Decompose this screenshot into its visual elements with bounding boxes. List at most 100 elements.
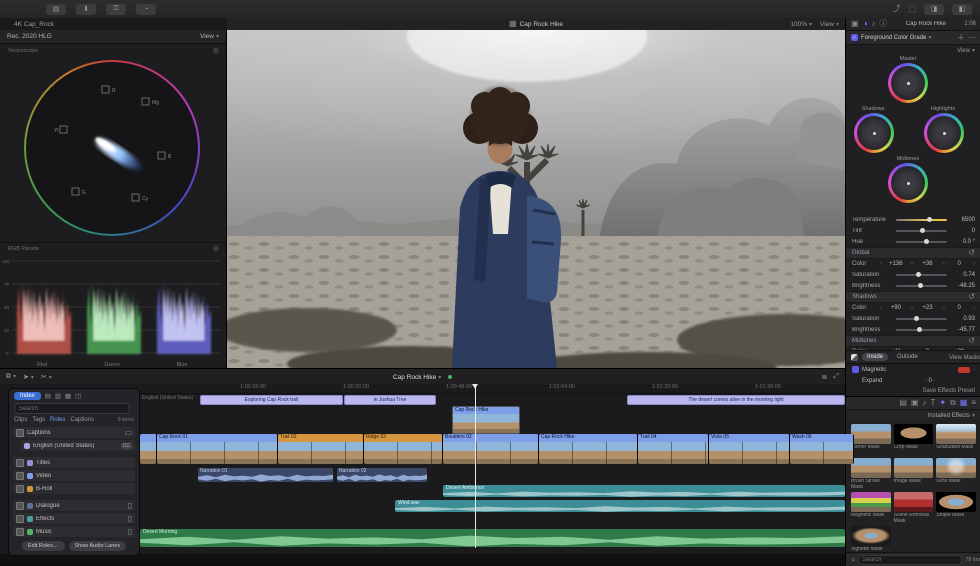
effects-browser-icon[interactable]: ✦ xyxy=(939,399,946,407)
lane-icon[interactable]: ▥ xyxy=(55,392,61,400)
effect-item[interactable]: Lens Mask xyxy=(936,458,976,489)
shadows-saturation-slider[interactable] xyxy=(896,318,947,320)
browser-toggle-icon[interactable]: ◨ xyxy=(924,4,944,15)
playhead[interactable] xyxy=(475,384,476,548)
effect-item[interactable]: Scene Removal Mask xyxy=(894,492,934,523)
project-title[interactable]: Cap Rock Hike▾ xyxy=(393,374,441,381)
timeline-clip[interactable] xyxy=(140,434,157,464)
scope-view-menu[interactable]: View▾ xyxy=(200,33,219,40)
connected-clip[interactable]: Cap Rock Hike xyxy=(452,406,520,434)
shadows-wheel[interactable] xyxy=(854,113,894,153)
role-row[interactable]: Effects▯ xyxy=(13,513,135,524)
effects-search-input[interactable] xyxy=(858,555,962,565)
role-row[interactable]: Music▯ xyxy=(13,526,135,537)
global-brightness-slider[interactable] xyxy=(896,285,947,287)
titles-browser-icon[interactable]: T xyxy=(930,399,935,407)
timeline-clip[interactable]: Wash 06 xyxy=(790,434,854,464)
role-row[interactable]: B-Roll xyxy=(13,483,135,494)
lane-icon[interactable]: ▤ xyxy=(45,392,51,400)
global-color-z[interactable]: 0 xyxy=(945,261,973,267)
video-inspector-icon[interactable]: ▣ xyxy=(851,20,859,28)
transitions-browser-icon[interactable]: ⧉ xyxy=(950,399,956,407)
temperature-value[interactable]: 6500 xyxy=(951,217,975,223)
browser-clip-name[interactable]: 4K Cap_Rock xyxy=(14,21,54,28)
color-inspector-icon[interactable]: ◑ xyxy=(863,20,868,28)
ambience-clip[interactable]: Desert Ambience xyxy=(443,485,845,497)
timeline-clip[interactable]: Vista 05 xyxy=(709,434,790,464)
zoom-menu[interactable]: 100%▾ xyxy=(790,21,812,28)
effect-item[interactable]: Brush Stroke Mask xyxy=(851,458,891,489)
timeline-clip[interactable]: Cap Rock 01 xyxy=(157,434,278,464)
effect-item[interactable]: Image Mask xyxy=(894,458,934,489)
highlights-wheel[interactable] xyxy=(924,113,964,153)
tint-value[interactable]: 0 xyxy=(951,228,975,234)
viewer-canvas[interactable] xyxy=(227,30,845,368)
tab-captions[interactable]: Captions xyxy=(70,417,94,423)
role-checkbox[interactable] xyxy=(16,459,24,467)
timeline-clip[interactable]: Boulders 02 xyxy=(443,434,539,464)
tab-roles[interactable]: Roles xyxy=(50,417,65,423)
role-row[interactable]: Video xyxy=(13,470,135,481)
role-checkbox[interactable] xyxy=(16,515,24,523)
expand-stepper[interactable]: ‹ 0 › xyxy=(925,378,934,384)
extensions-icon[interactable]: ⬚ xyxy=(908,4,916,15)
reset-icon[interactable]: ↺ xyxy=(968,249,975,257)
role-row[interactable]: English (United States)CC xyxy=(21,440,135,451)
role-checkbox[interactable] xyxy=(16,502,24,510)
effect-item[interactable]: Corner Mask xyxy=(851,424,891,455)
index-search-input[interactable] xyxy=(14,403,130,414)
reset-icon[interactable]: ↺ xyxy=(968,293,975,301)
overflow-icon[interactable]: ⋯ xyxy=(968,34,976,42)
generators-browser-icon[interactable]: ▦ xyxy=(960,399,968,407)
global-color-x[interactable]: +136 xyxy=(882,261,910,267)
audio-lane-icon[interactable]: ▯ xyxy=(128,515,132,523)
caption-clip[interactable]: Exploring Cap Rock trail xyxy=(200,395,343,405)
photos-browser-icon[interactable]: ▣ xyxy=(911,399,919,407)
role-row[interactable]: Dialogue▯ xyxy=(13,500,135,511)
edit-roles-button[interactable]: Edit Roles… xyxy=(22,541,65,551)
timeline-clip[interactable]: Trail 02 xyxy=(278,434,364,464)
role-row[interactable]: Captions▭ xyxy=(13,427,135,438)
effect-enable-checkbox[interactable]: ✓ xyxy=(851,34,858,41)
gear-icon[interactable]: ⚙ xyxy=(213,245,219,253)
show-audio-lanes-button[interactable]: Show Audio Lanes xyxy=(69,541,127,551)
reset-icon[interactable]: ↺ xyxy=(968,337,975,345)
audio-lane-icon[interactable]: ▯ xyxy=(128,502,132,510)
clip-appearance-icon[interactable]: ≣ xyxy=(822,373,828,381)
index-button[interactable]: Index xyxy=(14,392,41,400)
hue-value[interactable]: 0.0 ° xyxy=(951,239,975,245)
role-row[interactable]: Titles xyxy=(13,457,135,468)
tab-tags[interactable]: Tags xyxy=(32,417,45,423)
timeline-clip[interactable]: Ridge 03 xyxy=(364,434,443,464)
sound-browser-icon[interactable]: ♪ xyxy=(922,399,926,407)
caption-clip[interactable]: in Joshua Tree xyxy=(344,395,436,405)
role-checkbox[interactable] xyxy=(16,429,24,437)
effect-item[interactable]: Graduated Mask xyxy=(936,424,976,455)
timeline-clip[interactable]: Trail 04 xyxy=(638,434,709,464)
add-correction-icon[interactable]: ＋ xyxy=(957,34,965,42)
temperature-slider[interactable] xyxy=(896,219,947,221)
hue-slider[interactable] xyxy=(896,241,947,243)
correction-selector[interactable]: Foreground Color Grade▾ xyxy=(861,34,954,41)
music-clip[interactable]: Desert Morning xyxy=(140,529,845,547)
overflow-icon[interactable]: ≡ xyxy=(971,399,976,407)
shadows-brightness-slider[interactable] xyxy=(896,329,947,331)
master-wheel[interactable] xyxy=(888,63,928,103)
midtones-wheel[interactable] xyxy=(888,163,928,203)
role-checkbox[interactable] xyxy=(16,485,24,493)
tab-clips[interactable]: Clips xyxy=(14,417,27,423)
timeline-clip[interactable]: Cap Rock Hike xyxy=(539,434,638,464)
audio-inspector-icon[interactable]: ♪ xyxy=(871,20,875,28)
ambience-clip[interactable]: Wind.wav xyxy=(395,500,845,512)
role-checkbox[interactable] xyxy=(16,528,24,536)
keyword-editor-icon[interactable]: ⚿ xyxy=(106,4,126,15)
global-color-y[interactable]: +36 xyxy=(913,261,941,267)
wheels-view-menu[interactable]: View▾ xyxy=(957,47,975,54)
media-browser-icon[interactable]: ▤ xyxy=(899,399,907,407)
lane-icon[interactable]: ▦ xyxy=(65,392,71,400)
sidebar-icon[interactable]: ▤ xyxy=(46,4,66,15)
save-effects-preset-button[interactable]: Save Effects Preset xyxy=(922,388,975,394)
global-saturation-slider[interactable] xyxy=(896,274,947,276)
view-masks-menu[interactable]: View Masks▾ xyxy=(949,354,980,361)
chevron-right-icon[interactable]: › xyxy=(973,367,975,373)
